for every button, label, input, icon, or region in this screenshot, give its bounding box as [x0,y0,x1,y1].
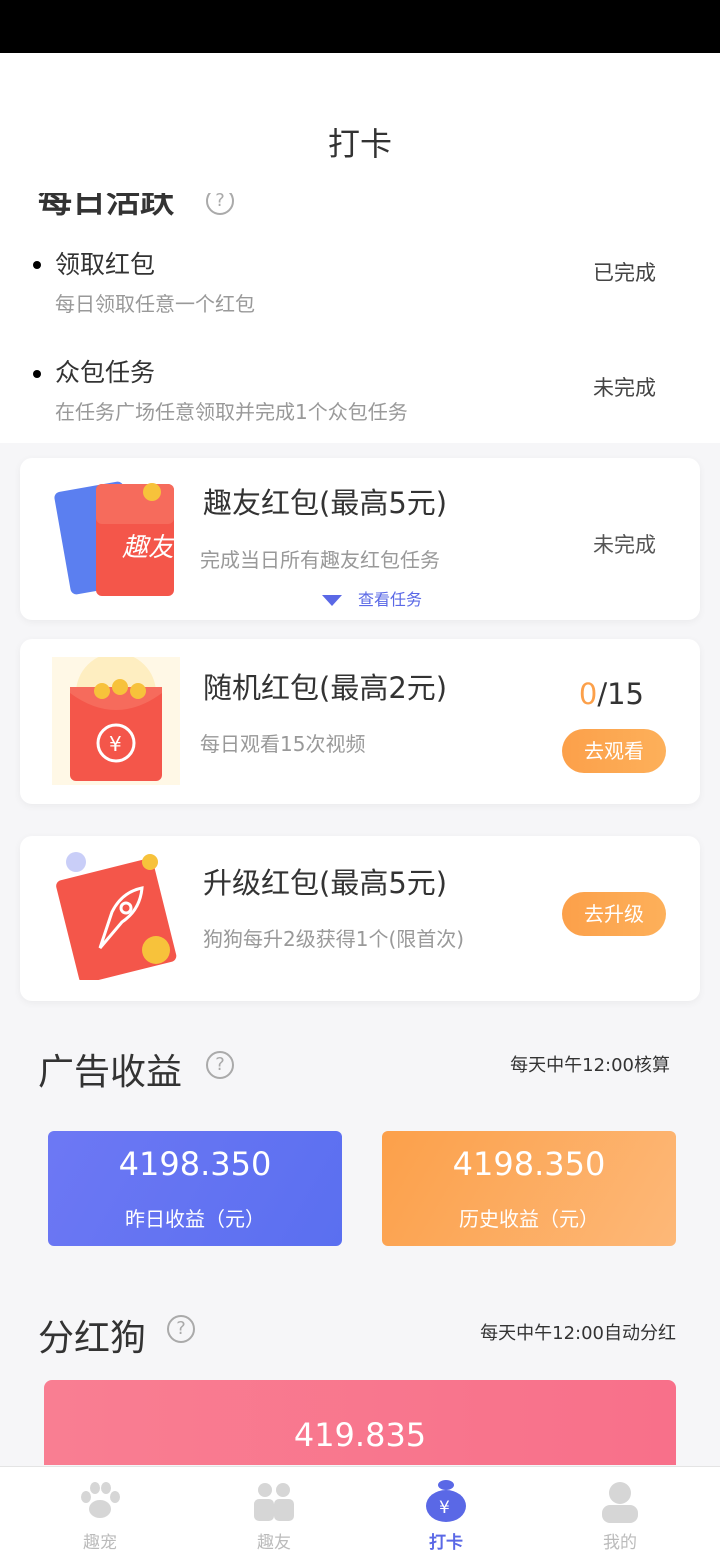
card-random-red-packet[interactable]: ¥ 随机红包(最高2元) 每日观看15次视频 0/15 去观看 [20,639,700,804]
card-desc: 每日观看15次视频 [200,732,366,756]
ads-section-title: 广告收益 [38,1052,183,1093]
paw-icon [81,1482,120,1518]
history-earnings-card: 4198.350 历史收益（元） [382,1131,676,1246]
ads-note: 每天中午12:00核算 [510,1055,670,1076]
yesterday-earnings-value: 4198.350 [118,1145,272,1183]
svg-text:¥: ¥ [109,732,122,756]
card-status: 未完成 [593,533,656,557]
daily-active-section: 每日活跃 ? 领取红包 每日领取任意一个红包 已完成 众包任务 在任务广场任意领… [0,193,720,443]
user-icon [602,1482,638,1523]
daily-active-title: 每日活跃 [38,193,174,221]
page-title: 打卡 [327,125,392,163]
task-desc: 每日领取任意一个红包 [55,292,255,316]
app-header: 打卡 [0,53,720,193]
tab-friends[interactable]: 趣友 [184,1467,364,1560]
help-icon[interactable]: ? [206,193,234,215]
yesterday-earnings-card: 4198.350 昨日收益（元） [48,1131,342,1246]
help-icon[interactable]: ? [167,1315,195,1343]
card-title: 升级红包(最高5元) [203,866,448,900]
random-red-packet-icon: ¥ [52,657,180,785]
help-icon[interactable]: ? [206,1051,234,1079]
task-status: 已完成 [593,261,656,285]
friends-icon [254,1483,294,1521]
upgrade-button[interactable]: 去升级 [562,892,666,936]
watch-button[interactable]: 去观看 [562,729,666,773]
card-friend-red-packet[interactable]: 趣友 趣友红包(最高5元) 完成当日所有趣友红包任务 未完成 查看任务 [20,458,700,620]
card-title: 随机红包(最高2元) [203,671,448,705]
tab-checkin[interactable]: ¥ 打卡 [356,1467,536,1560]
task-desc: 在任务广场任意领取并完成1个众包任务 [55,400,408,424]
dividend-card: 419.835 [44,1380,676,1465]
card-desc: 完成当日所有趣友红包任务 [200,548,440,572]
view-tasks-link[interactable]: 查看任务 [322,586,422,610]
friend-red-packet-icon: 趣友 [54,481,177,596]
upgrade-red-packet-icon [56,852,177,980]
tab-label: 我的 [603,1533,637,1553]
dividend-value: 419.835 [293,1416,427,1454]
svg-text:趣友: 趣友 [122,533,177,563]
svg-text:¥: ¥ [439,1498,450,1518]
tab-label: 打卡 [429,1533,463,1553]
card-title: 趣友红包(最高5元) [203,486,448,520]
progress-total: /15 [597,677,644,711]
progress-current: 0 [578,677,598,711]
status-bar [0,0,720,53]
dividend-section-title: 分红狗 [38,1318,147,1359]
view-tasks-label: 查看任务 [358,590,423,609]
money-bag-icon: ¥ [426,1480,466,1522]
tab-me[interactable]: 我的 [530,1467,710,1560]
history-earnings-value: 4198.350 [452,1145,606,1183]
bottom-tab-bar: 趣宠 趣友 ¥ 打卡 我的 [0,1466,720,1560]
history-earnings-label: 历史收益（元） [459,1207,599,1231]
chevron-down-icon [322,595,342,606]
yesterday-earnings-label: 昨日收益（元） [125,1207,265,1231]
task-status: 未完成 [593,376,656,400]
tab-pets[interactable]: 趣宠 [10,1467,190,1560]
bullet-dot [33,370,41,378]
tab-label: 趣友 [257,1533,291,1553]
task-name: 领取红包 [55,250,156,279]
task-name: 众包任务 [55,358,156,387]
task-item-crowd-task: 众包任务 在任务广场任意领取并完成1个众包任务 未完成 [0,350,720,450]
dividend-note: 每天中午12:00自动分红 [480,1323,676,1344]
card-desc: 狗狗每升2级获得1个(限首次) [203,927,465,951]
scroll-content[interactable]: 每日活跃 ? 领取红包 每日领取任意一个红包 已完成 众包任务 在任务广场任意领… [0,193,720,1465]
progress-counter: 0/15 [579,677,644,711]
card-upgrade-red-packet[interactable]: 升级红包(最高5元) 狗狗每升2级获得1个(限首次) 去升级 [20,836,700,1001]
task-item-claim-red-packet: 领取红包 每日领取任意一个红包 已完成 [0,241,720,341]
bullet-dot [33,261,41,269]
tab-label: 趣宠 [83,1533,117,1553]
